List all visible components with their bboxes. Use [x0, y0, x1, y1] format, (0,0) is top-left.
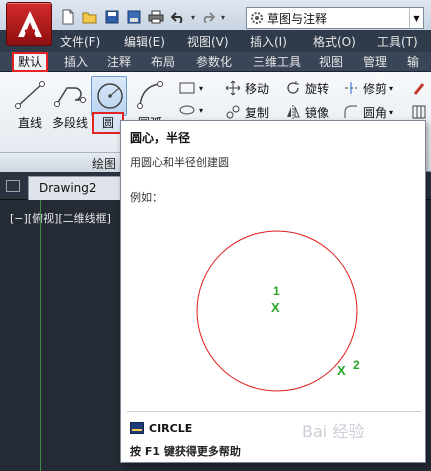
save-button[interactable]	[102, 7, 122, 27]
mirror-button[interactable]: 镜像	[284, 102, 329, 122]
command-line-icon	[130, 422, 144, 434]
arc-icon	[137, 81, 163, 109]
tooltip-example-diagram: 1 X X 2	[196, 230, 360, 392]
point-1-label: 1	[273, 284, 280, 298]
autocad-logo-icon	[18, 11, 42, 37]
redo-button[interactable]	[198, 7, 218, 27]
mirror-icon	[287, 105, 300, 119]
tab-parametric[interactable]: 参数化	[192, 54, 236, 72]
printer-icon	[148, 10, 164, 24]
tooltip-title: 圆心，半径	[130, 131, 191, 145]
polyline-icon	[54, 87, 86, 107]
tab-drawing2[interactable]: Drawing2	[28, 176, 124, 200]
watermark: Bai 经验	[302, 422, 365, 441]
move-button[interactable]: 移动	[224, 78, 269, 98]
tooltip-divider	[127, 411, 421, 412]
circle-label: 圆	[101, 116, 114, 130]
menu-view[interactable]: 视图(V)	[187, 33, 229, 50]
fillet-button[interactable]: 圆角 ▾	[342, 102, 393, 122]
circle-tooltip: 圆心，半径 用圆心和半径创建圆 例如： 1 X X 2 CIRCLE 按 F1 …	[120, 120, 426, 463]
menu-file[interactable]: 文件(F)	[60, 33, 100, 50]
polyline-label: 多段线	[51, 116, 88, 130]
ribbon-tabs: 默认 插入 注释 布局 参数化 三维工具 视图 管理 输出	[0, 52, 431, 85]
ucs-axis-line	[40, 200, 41, 471]
tab-output[interactable]: 输出	[403, 54, 431, 85]
rectangle-button[interactable]: ▾	[178, 78, 203, 98]
tab-3d-tools[interactable]: 三维工具	[249, 54, 305, 72]
extra-tool-button[interactable]	[410, 102, 431, 122]
fillet-label: 圆角	[363, 105, 388, 120]
menu-insert[interactable]: 插入(I)	[250, 33, 287, 50]
tab-annotate[interactable]: 注释	[103, 54, 135, 72]
ellipse-button[interactable]: ▾	[178, 100, 203, 120]
tab-manage[interactable]: 管理	[359, 54, 391, 72]
trim-label: 修剪	[363, 81, 388, 96]
move-icon	[225, 80, 241, 96]
layer-tool-button[interactable]	[410, 78, 431, 98]
tab-default[interactable]: 默认	[12, 52, 49, 72]
tooltip-example-label: 例如：	[130, 191, 163, 204]
rotate-button[interactable]: 旋转	[284, 78, 329, 98]
brush-icon	[413, 83, 425, 95]
trim-button[interactable]: 修剪 ▾	[342, 78, 393, 98]
command-name: CIRCLE	[149, 421, 193, 435]
line-icon	[15, 81, 45, 109]
tab-layout[interactable]: 布局	[147, 54, 179, 72]
gear-icon	[251, 12, 263, 24]
rectangle-icon	[179, 82, 195, 94]
application-menu-button[interactable]	[6, 2, 52, 46]
move-label: 移动	[245, 81, 270, 96]
circle-button[interactable]	[91, 76, 127, 116]
print-button[interactable]	[146, 7, 166, 27]
tooltip-description: 用圆心和半径创建圆	[130, 156, 229, 169]
menu-edit[interactable]: 编辑(E)	[124, 33, 165, 50]
trim-icon	[345, 82, 357, 94]
new-file-icon	[62, 9, 74, 25]
polyline-button[interactable]: 多段线	[50, 78, 90, 131]
redo-icon	[203, 12, 215, 23]
save-icon	[105, 10, 119, 24]
line-label: 直线	[17, 116, 42, 130]
open-file-button[interactable]	[80, 7, 100, 27]
quick-access-toolbar: ▾ ▾	[58, 6, 226, 28]
fillet-icon	[344, 105, 357, 118]
point-2-mark: X	[337, 363, 346, 378]
undo-dropdown-icon[interactable]: ▾	[190, 9, 196, 25]
redo-dropdown-icon[interactable]: ▾	[220, 9, 226, 25]
ellipse-icon	[179, 105, 195, 115]
rotate-label: 旋转	[305, 81, 330, 96]
undo-button[interactable]	[168, 7, 188, 27]
chevron-down-icon[interactable]: ▼	[409, 8, 423, 28]
menu-bar: 文件(F) 编辑(E) 视图(V) 插入(I) 格式(O) 工具(T)	[0, 30, 431, 52]
draw-panel-label: 绘图	[92, 157, 117, 171]
grid-icon	[412, 105, 426, 119]
tab-view[interactable]: 视图	[315, 54, 347, 72]
copy-icon	[226, 105, 240, 119]
copy-label: 复制	[245, 105, 270, 120]
line-button[interactable]: 直线	[10, 78, 50, 131]
undo-icon	[171, 12, 183, 23]
workspace-label: 草图与注释	[267, 11, 328, 26]
start-tab-icon[interactable]	[6, 180, 20, 192]
tooltip-help-hint: 按 F1 键获得更多帮助	[130, 445, 241, 458]
tab-insert[interactable]: 插入	[60, 54, 92, 72]
workspace-selector[interactable]: 草图与注释 ▼	[246, 7, 424, 29]
copy-button[interactable]: 复制	[224, 102, 269, 122]
point-2-label: 2	[353, 358, 360, 372]
save-as-icon	[127, 10, 141, 24]
mirror-label: 镜像	[305, 105, 330, 120]
folder-open-icon	[82, 12, 97, 24]
point-1-mark: X	[271, 300, 280, 315]
viewport-controls[interactable]: [−][俯视][二维线框]	[10, 210, 111, 226]
tooltip-command: CIRCLE	[130, 419, 192, 437]
draw-panel-title[interactable]: 绘图	[0, 152, 120, 172]
new-file-button[interactable]	[58, 7, 78, 27]
save-as-button[interactable]	[124, 7, 144, 27]
rotate-icon	[287, 81, 299, 94]
menu-format[interactable]: 格式(O)	[313, 33, 356, 50]
circle-icon	[97, 83, 123, 109]
menu-tools[interactable]: 工具(T)	[377, 33, 418, 50]
